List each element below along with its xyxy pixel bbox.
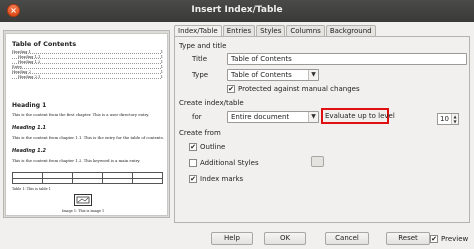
type-select-value: Table of Contents — [231, 71, 292, 79]
preview-toc-line: Heading 11 — [12, 50, 163, 54]
evaluate-level-spinner[interactable]: 10 ▲ ▼ — [437, 113, 459, 125]
reset-button[interactable]: Reset — [386, 232, 430, 245]
preview-text: This is the content from the first chapt… — [12, 112, 150, 117]
preview-toc-line: Entry 1 — [12, 65, 163, 69]
for-label: for — [192, 113, 202, 121]
ok-button[interactable]: OK — [264, 232, 306, 245]
preview-checkbox-box[interactable]: ✔ — [430, 234, 438, 243]
preview-heading-1-1: Heading 1.1 — [12, 125, 46, 131]
protected-label: Protected against manual changes — [238, 84, 360, 93]
type-select[interactable]: Table of Contents ▼ — [227, 69, 319, 81]
preview-toc-title: Table of Contents — [12, 40, 77, 48]
preview-table — [12, 172, 163, 184]
preview-toc-line: Heading 1.1 1 — [12, 55, 163, 59]
preview-table-caption: Table 1: This is table 1 — [12, 187, 51, 191]
spin-down-icon[interactable]: ▼ — [452, 119, 458, 124]
preview-heading-1: Heading 1 — [12, 102, 47, 109]
index-marks-checkbox-box[interactable]: ✔ — [189, 174, 197, 183]
protected-checkbox[interactable]: ✔ Protected against manual changes — [227, 83, 360, 94]
title-label: Title — [192, 55, 208, 63]
preview-text: This is the content from chapter 1.1. Th… — [12, 135, 164, 140]
type-label: Type — [192, 71, 209, 79]
cancel-button[interactable]: Cancel — [325, 232, 369, 245]
preview-text: This is the content from chapter 1.2. Th… — [12, 158, 141, 163]
additional-styles-checkbox-box[interactable] — [189, 158, 197, 167]
protected-checkbox-box[interactable]: ✔ — [227, 84, 235, 93]
preview-toc-line: Heading 21 — [12, 70, 163, 74]
help-button[interactable]: Help — [211, 232, 253, 245]
window-title: Insert Index/Table — [191, 5, 283, 15]
preview-heading-1-2: Heading 1.2 — [12, 148, 46, 154]
evaluate-level-label: Evaluate up to level — [325, 112, 395, 120]
image-icon — [76, 196, 90, 204]
preview-panel: Table of Contents Heading 11 Heading 1.1… — [3, 30, 170, 218]
outline-checkbox-box[interactable]: ✔ — [189, 142, 197, 151]
preview-toc-line: Heading 1.2 1 — [12, 60, 163, 64]
preview-image-caption: Image 1: This is image 1 — [62, 209, 105, 213]
for-select[interactable]: Entire document ▼ — [227, 111, 319, 123]
assign-styles-button[interactable] — [311, 156, 324, 167]
tab-panel-index-table: Type and title Title Table of Contents T… — [174, 36, 470, 223]
outline-label: Outline — [200, 142, 226, 151]
evaluate-level-value: 10 — [440, 115, 449, 123]
index-marks-label: Index marks — [200, 174, 244, 183]
additional-styles-checkbox[interactable]: Additional Styles — [189, 157, 259, 168]
index-marks-checkbox[interactable]: ✔ Index marks — [189, 173, 243, 184]
chevron-down-icon: ▼ — [308, 70, 318, 80]
chevron-down-icon: ▼ — [308, 112, 318, 122]
outline-checkbox[interactable]: ✔ Outline — [189, 141, 225, 152]
spinner-buttons[interactable]: ▲ ▼ — [451, 114, 458, 124]
create-from-heading: Create from — [179, 129, 221, 137]
preview-label: Preview — [441, 234, 469, 243]
additional-styles-label: Additional Styles — [200, 158, 259, 167]
create-index-heading: Create index/table — [179, 99, 244, 107]
preview-toc-line: Heading 2.1 1 — [12, 75, 163, 79]
preview-page: Table of Contents Heading 11 Heading 1.1… — [5, 33, 168, 216]
for-select-value: Entire document — [231, 113, 290, 121]
preview-image — [74, 194, 92, 206]
title-input[interactable]: Table of Contents — [227, 53, 467, 65]
title-bar: × Insert Index/Table — [0, 0, 474, 22]
type-and-title-heading: Type and title — [179, 42, 227, 50]
preview-checkbox[interactable]: ✔ Preview — [430, 233, 468, 244]
